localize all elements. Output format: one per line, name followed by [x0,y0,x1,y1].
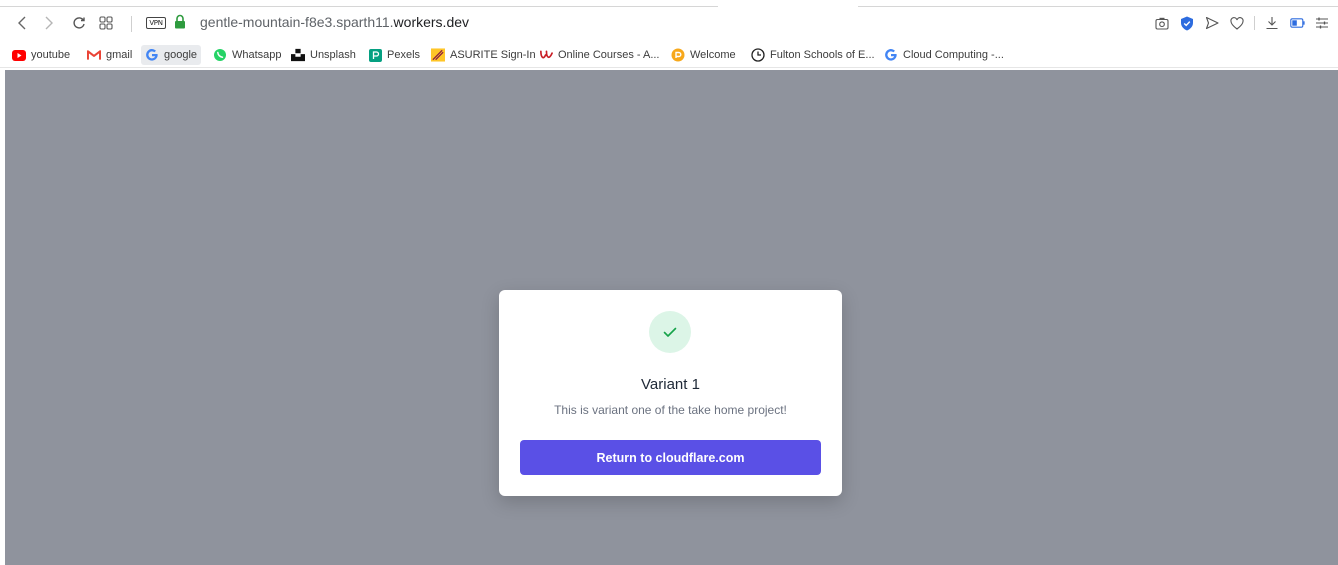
bookmark-label: google [164,49,198,61]
bookmark-cloud-computing[interactable]: Cloud Computing -... [884,45,1004,65]
bookmarks-bar: youtube gmail google Whatsapp Unsplash P… [0,42,1338,68]
bookmark-welcome[interactable]: Welcome [671,45,736,65]
reload-button[interactable] [69,13,89,33]
chevron-left-icon [18,16,26,30]
easy-setup-button[interactable] [1314,15,1330,31]
bookmark-label: Online Courses - A... [558,49,660,61]
success-modal: Variant 1 This is variant one of the tak… [499,290,842,496]
return-button[interactable]: Return to cloudflare.com [520,440,821,475]
grid-icon [99,16,113,30]
bookmark-label: Pexels [387,49,421,61]
unsplash-icon [291,48,305,62]
bookmark-label: Cloud Computing -... [903,49,1004,61]
address-bar[interactable]: gentle-mountain-f8e3.sparth11.workers.de… [200,14,469,30]
youtube-icon [12,48,26,62]
browser-toolbar: VPN gentle-mountain-f8e3.sparth11.worker… [0,0,1338,46]
download-button[interactable] [1264,15,1280,31]
send-icon [1205,16,1219,30]
shield-icon [1181,16,1193,30]
bookmark-online-courses[interactable]: Online Courses - A... [539,45,660,65]
url-subdomain: gentle-mountain-f8e3.sparth11. [200,14,394,30]
google-icon [145,48,159,62]
pexels-icon [368,48,382,62]
sliders-icon [1316,17,1328,29]
google-icon [884,48,898,62]
bookmark-label: ASURITE Sign-In [450,49,536,61]
url-domain: workers.dev [393,14,470,30]
welcome-icon [671,48,685,62]
battery-saver-button[interactable] [1289,15,1305,31]
forward-button[interactable] [39,13,59,33]
bookmark-label: Welcome [690,49,736,61]
vpn-badge[interactable]: VPN [146,17,166,29]
modal-description: This is variant one of the take home pro… [554,403,787,417]
battery-icon [1289,18,1305,28]
lock-icon[interactable] [174,14,186,34]
heart-icon [1230,16,1244,30]
bookmark-gmail[interactable]: gmail [87,45,132,65]
asurite-icon [431,48,445,62]
bookmark-label: gmail [106,49,133,61]
bookmark-label: youtube [31,49,71,61]
bookmark-youtube[interactable]: youtube [12,45,70,65]
bookmark-whatsapp[interactable]: Whatsapp [213,45,282,65]
snapshot-button[interactable] [1154,15,1170,31]
bookmark-label: Whatsapp [232,49,282,61]
tab-strip-line [858,6,1338,7]
fulton-icon [751,48,765,62]
tab-strip-line [0,6,718,7]
toolbar-divider [1254,16,1255,30]
gmail-icon [87,48,101,62]
bookmark-fulton-schools[interactable]: Fulton Schools of E... [751,45,875,65]
bookmark-pexels[interactable]: Pexels [368,45,420,65]
tab-grid-button[interactable] [96,13,116,33]
favorite-button[interactable] [1229,15,1245,31]
bookmark-label: Unsplash [310,49,356,61]
bookmark-unsplash[interactable]: Unsplash [291,45,356,65]
send-button[interactable] [1204,15,1220,31]
success-badge [649,311,691,353]
back-button[interactable] [12,13,32,33]
modal-title: Variant 1 [641,376,700,393]
toolbar-right-icons [1154,13,1330,33]
download-icon [1266,17,1278,30]
toolbar-divider [131,16,132,32]
bookmark-google[interactable]: google [141,45,202,65]
bookmark-label: Fulton Schools of E... [770,49,875,61]
check-icon [663,327,677,337]
shield-button[interactable] [1179,15,1195,31]
reload-icon [73,17,85,29]
bookmark-asurite[interactable]: ASURITE Sign-In [431,45,536,65]
whatsapp-icon [213,48,227,62]
camera-icon [1155,17,1169,30]
courses-icon [539,48,553,62]
chevron-right-icon [45,16,53,30]
